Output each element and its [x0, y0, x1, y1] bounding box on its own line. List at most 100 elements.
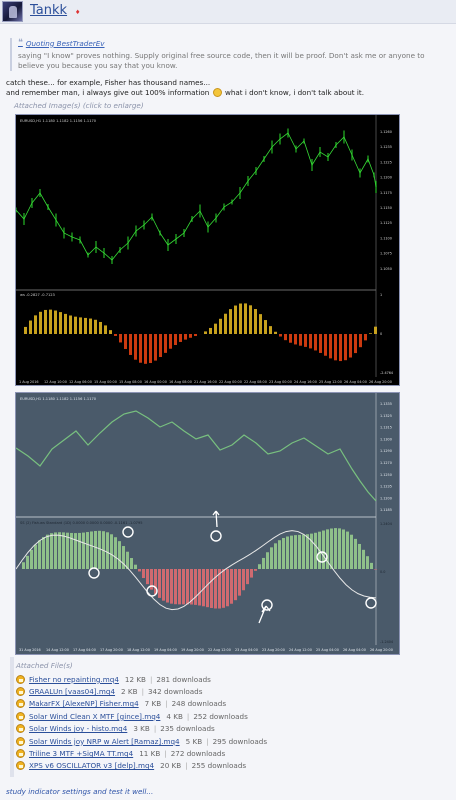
chart-2-indicator-tick-label: 1.2404	[380, 522, 392, 526]
chart-1-oscillator-bar	[364, 334, 367, 341]
chart-2-oscillator-bar	[86, 532, 89, 569]
separator-icon: |	[165, 699, 168, 709]
chart-1-oscillator-bar	[144, 334, 147, 364]
separator-icon: |	[141, 687, 144, 697]
chart-2-oscillator-bar	[222, 569, 225, 608]
chart-2-oscillator-bar	[158, 569, 161, 598]
chart-image-2[interactable]: EURUSD,H1 1.1180 1.1182 1.1156 1.1170 SS…	[15, 392, 400, 655]
chart-2-time-label: 18 Aug 12:00	[127, 648, 150, 652]
post-line-1: catch these... for example, Fisher has t…	[6, 78, 211, 87]
chart-2-oscillator-bar	[250, 569, 253, 578]
chart-2-oscillator-bar	[214, 569, 217, 609]
chart-1-oscillator-bar	[274, 331, 277, 334]
chart-2-oscillator-bar	[166, 569, 169, 603]
chart-2-oscillator-bar	[78, 532, 81, 569]
chart-1-oscillator-bar	[79, 317, 82, 334]
file-link[interactable]: Solar Wind Clean X MTF [gince].mq4	[29, 712, 160, 721]
separator-icon: |	[164, 749, 167, 759]
chart-1-oscillator-bar	[354, 334, 357, 354]
file-link[interactable]: Triline 3 MTF +SigMA TT.mq4	[29, 749, 133, 758]
file-link[interactable]: Fisher no repainting.mq4	[29, 675, 119, 684]
file-download-icon	[16, 724, 25, 734]
chart-2-oscillator-bar	[286, 536, 289, 569]
chart-2-time-label: 23 Aug 04:00	[235, 648, 258, 652]
file-item: Solar Wind Clean X MTF [gince].mq4 4 KB | 2…	[16, 710, 267, 722]
chart-2-price-tick-label: 1.1185	[380, 508, 392, 512]
chart-2-price-tick-label: 1.1200	[380, 496, 392, 500]
file-downloads: 248 downloads	[171, 699, 227, 709]
chart-1-oscillator-bar	[309, 334, 312, 349]
avatar[interactable]	[2, 1, 23, 22]
post-body: catch these... for example, Fisher has t…	[6, 78, 451, 98]
chart-2-price-tick-label: 1.1290	[380, 449, 392, 453]
chart-2-oscillator-bar	[82, 532, 85, 569]
chart-2-oscillator-bar	[314, 532, 317, 569]
chart-2-oscillator-bar	[238, 569, 241, 596]
file-link[interactable]: Solar Winds joy - histo.mq4	[29, 724, 127, 733]
file-download-icon	[16, 687, 25, 697]
file-size: 12 KB	[124, 674, 146, 684]
chart-1-price-tick-label: 1.1235	[380, 145, 392, 149]
chart-2-price-tick-label: 1.1235	[380, 485, 392, 489]
chart-1-time-label: 23 Aug 00:00	[269, 380, 292, 384]
chart-2-oscillator-bar	[350, 534, 353, 569]
chart-1-time-label: 15 Aug 00:00	[94, 380, 117, 384]
chart-1-oscillator-bar	[234, 305, 237, 334]
chart-1-oscillator-bar	[179, 334, 182, 342]
chart-1-price-tick-label: 1.1125	[380, 221, 392, 225]
chart-2-oscillator-bar	[138, 569, 141, 572]
chart-1-oscillator-bar	[104, 325, 107, 334]
chart-1-oscillator-bar	[159, 334, 162, 358]
user-badge-icon: ♦	[75, 9, 81, 16]
chart-2-time-label: 19 Aug 20:00	[181, 648, 204, 652]
chart-1-oscillator-bar	[284, 334, 287, 341]
chart-2-price-line	[15, 410, 377, 502]
chart-1-oscillator-bar	[99, 321, 102, 334]
footer-note: study indicator settings and test it wel…	[6, 787, 154, 796]
post-line-2-start: and remember man, i always give out 100%…	[6, 88, 210, 97]
username-link[interactable]: Tankk	[30, 3, 67, 18]
chart-2-svg: EURUSD,H1 1.1180 1.1182 1.1156 1.1170 SS…	[15, 393, 393, 652]
file-item: Solar Winds joy NRP w Alert [Ramaz].mq4 5…	[16, 735, 267, 747]
chart-1-oscillator-bar	[344, 334, 347, 361]
chart-1-oscillator-bar	[29, 320, 32, 334]
chart-image-1[interactable]: EURUSD,H1 1.1180 1.1182 1.1156 1.1170 ws…	[15, 114, 400, 386]
chart-1-oscillator-bar	[89, 318, 92, 334]
chart-1-oscillator-bar	[34, 315, 37, 334]
chart-2-oscillator-bar	[258, 564, 261, 569]
chart-2-title: EURUSD,H1 1.1180 1.1182 1.1156 1.1170	[20, 397, 97, 401]
chart-1-time-label: 12 Aug 06:00	[69, 380, 92, 384]
chart-1-oscillator-bar	[329, 334, 332, 359]
file-link[interactable]: Solar Winds joy NRP w Alert [Ramaz].mq4	[29, 737, 180, 746]
file-downloads: 255 downloads	[191, 761, 247, 771]
chart-2-oscillator-bar	[334, 528, 337, 569]
chart-1-indicator-tick-label: 0	[380, 332, 382, 336]
attached-files-title: Attached File(s)	[16, 661, 73, 670]
chart-2-oscillator-bar	[62, 532, 65, 569]
quote-block: ❝ Quoting BestTraderEv saying "I know" p…	[10, 38, 450, 71]
file-size: 4 KB	[166, 711, 183, 721]
chart-2-time-label: 22 Aug 12:00	[208, 648, 231, 652]
chart-1-oscillator-bar	[369, 333, 372, 334]
post-line-2: and remember man, i always give out 100%…	[6, 88, 451, 98]
chart-2-oscillator-bar	[282, 537, 285, 569]
chart-1-oscillator-bar	[259, 314, 262, 334]
chart-2-oscillator-bar	[234, 569, 237, 601]
file-link[interactable]: XPS v6 OSCILLATOR v3 [delp].mq4	[29, 761, 154, 770]
chart-2-oscillator-bar	[142, 569, 145, 579]
chart-2-oscillator-bar	[310, 533, 313, 569]
separator-icon: |	[206, 736, 209, 746]
file-downloads: 252 downloads	[193, 711, 248, 721]
chart-2-oscillator-bar	[346, 531, 349, 569]
file-download-icon	[16, 699, 25, 709]
file-link[interactable]: GRAALUn [vaas04].mq4	[29, 687, 115, 696]
file-download-icon	[16, 749, 25, 759]
file-link[interactable]: MakarFX [AlexeNP] Fisher.mq4	[29, 699, 139, 708]
chart-1-time-label: 22 Aug 00:00	[219, 380, 242, 384]
chart-2-annotation-circle	[88, 567, 100, 579]
chart-1-oscillator-bar	[209, 327, 212, 334]
quote-author-link[interactable]: Quoting BestTraderEv	[26, 39, 105, 48]
chart-2-oscillator-bar	[130, 558, 133, 569]
chart-1-price-tick-label: 1.1175	[380, 191, 392, 195]
chart-1-time-label: 26 Aug 20:00	[369, 380, 392, 384]
